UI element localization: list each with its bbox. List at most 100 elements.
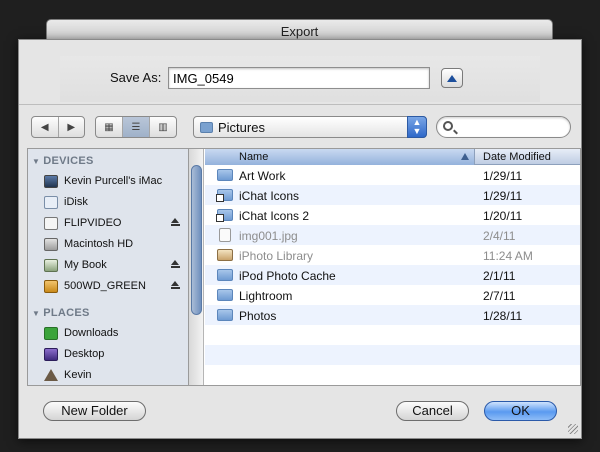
file-name: iChat Icons 2: [239, 209, 310, 223]
location-popup[interactable]: Pictures ▲ ▼: [193, 116, 427, 138]
file-list: Name Date Modified Art Work 1/29/11 iCha…: [205, 149, 580, 385]
file-name: iPod Photo Cache: [239, 269, 336, 283]
eject-icon[interactable]: [171, 281, 180, 290]
sidebar: ▼ DEVICES Kevin Purcell's iMac iDisk FLIP…: [28, 149, 189, 385]
location-label: Pictures: [218, 119, 265, 135]
photo-library-icon: [217, 249, 233, 261]
icon-view-button[interactable]: ▦: [96, 117, 123, 137]
sidebar-item-label: 500WD_GREEN: [64, 280, 146, 292]
file-name: img001.jpg: [239, 229, 298, 243]
save-as-label: Save As:: [110, 70, 162, 85]
sidebar-item-flipvideo[interactable]: FLIPVIDEO: [44, 213, 184, 233]
sidebar-item-my-book[interactable]: My Book: [44, 255, 184, 275]
column-view-button[interactable]: ▥: [150, 117, 176, 137]
file-icon: [219, 228, 231, 242]
resize-grip-icon[interactable]: [568, 424, 578, 434]
back-button[interactable]: ◀: [32, 117, 59, 137]
sidebar-item-label: iDisk: [64, 196, 88, 208]
desktop-icon: [44, 347, 58, 361]
eject-icon[interactable]: [171, 218, 180, 227]
sidebar-item-label: Downloads: [64, 327, 119, 339]
search-icon: [443, 121, 453, 131]
sidebar-item-idisk[interactable]: iDisk: [44, 192, 184, 212]
file-date: 1/29/11: [483, 189, 523, 203]
sidebar-item-desktop[interactable]: Desktop: [44, 344, 184, 364]
table-row: iPhoto Library 11:24 AM: [205, 245, 580, 265]
folder-icon: [217, 269, 233, 281]
file-date: 1/20/11: [483, 209, 523, 223]
column-header-name[interactable]: Name: [205, 149, 475, 165]
imac-icon: [44, 174, 58, 188]
sidebar-item-label: Macintosh HD: [64, 238, 134, 250]
external-drive-icon: [44, 279, 58, 293]
file-browser: ▼ DEVICES Kevin Purcell's iMac iDisk FLIP…: [27, 148, 581, 386]
column-header-date-modified[interactable]: Date Modified: [483, 149, 551, 165]
sort-ascending-icon: [461, 153, 469, 160]
disclosure-triangle-icon: ▼: [32, 157, 41, 166]
sidebar-item-label: FLIPVIDEO: [64, 217, 122, 229]
file-name: iPhoto Library: [239, 249, 314, 263]
alias-folder-icon: [216, 189, 233, 202]
file-date: 1/29/11: [483, 169, 523, 183]
file-name: Art Work: [239, 169, 286, 183]
downloads-icon: [44, 326, 58, 340]
file-name: Lightroom: [239, 289, 293, 303]
file-list-header: Name Date Modified: [205, 149, 580, 165]
back-forward-control: ◀ ▶: [31, 116, 85, 138]
home-icon: [44, 369, 58, 381]
disclosure-up-icon: [447, 74, 457, 82]
popup-arrows-icon: ▲ ▼: [407, 116, 427, 138]
file-date: 2/1/11: [483, 269, 516, 283]
arrow-right-icon: ▶: [67, 121, 76, 133]
table-row[interactable]: Photos 1/28/11: [205, 305, 580, 325]
search-input[interactable]: [459, 119, 564, 135]
sidebar-item-500wd-green[interactable]: 500WD_GREEN: [44, 276, 184, 296]
toolbar-divider: [19, 104, 581, 105]
table-row: img001.jpg 2/4/11: [205, 225, 580, 245]
drive-icon: [44, 216, 58, 230]
file-date: 2/7/11: [483, 289, 516, 303]
table-row[interactable]: iChat Icons 1/29/11: [205, 185, 580, 205]
grid-icon: ▦: [104, 121, 114, 133]
file-date: 1/28/11: [483, 309, 523, 323]
folder-icon: [217, 309, 233, 321]
file-name: Photos: [239, 309, 277, 323]
cancel-button[interactable]: Cancel: [396, 401, 469, 421]
sidebar-item-label: Kevin Purcell's iMac: [64, 175, 163, 187]
columns-icon: ▥: [158, 121, 168, 133]
save-as-input[interactable]: [168, 67, 430, 89]
table-row[interactable]: iChat Icons 2 1/20/11: [205, 205, 580, 225]
sidebar-item-imac[interactable]: Kevin Purcell's iMac: [44, 171, 184, 191]
eject-icon[interactable]: [171, 260, 180, 269]
sidebar-item-label: My Book: [64, 259, 107, 271]
arrow-left-icon: ◀: [40, 121, 49, 133]
folder-icon: [217, 289, 233, 301]
folder-icon: [200, 121, 213, 133]
table-row-empty: [205, 325, 580, 345]
forward-button[interactable]: ▶: [59, 117, 85, 137]
sidebar-heading-places[interactable]: ▼ PLACES: [32, 307, 90, 319]
table-row[interactable]: Lightroom 2/7/11: [205, 285, 580, 305]
file-date: 11:24 AM: [483, 249, 533, 263]
file-date: 2/4/11: [483, 229, 516, 243]
list-view-button[interactable]: ☰: [123, 117, 150, 137]
idisk-icon: [44, 195, 58, 209]
collapse-dialog-button[interactable]: [441, 68, 463, 88]
scrollbar-thumb[interactable]: [191, 165, 202, 315]
file-list-scrollbar[interactable]: [189, 149, 204, 385]
new-folder-button[interactable]: New Folder: [43, 401, 146, 421]
ok-button[interactable]: OK: [484, 401, 557, 421]
sidebar-heading-devices[interactable]: ▼ DEVICES: [32, 155, 94, 167]
table-row-empty: [205, 345, 580, 365]
file-name: iChat Icons: [239, 189, 300, 203]
sidebar-item-label: Kevin: [64, 369, 92, 381]
table-row[interactable]: Art Work 1/29/11: [205, 165, 580, 185]
folder-icon: [217, 169, 233, 181]
disclosure-triangle-icon: ▼: [32, 309, 41, 318]
sidebar-item-kevin[interactable]: Kevin: [44, 365, 184, 385]
sidebar-item-macintosh-hd[interactable]: Macintosh HD: [44, 234, 184, 254]
search-field[interactable]: [436, 116, 571, 138]
sidebar-item-downloads[interactable]: Downloads: [44, 323, 184, 343]
list-icon: ☰: [131, 121, 141, 133]
table-row[interactable]: iPod Photo Cache 2/1/11: [205, 265, 580, 285]
